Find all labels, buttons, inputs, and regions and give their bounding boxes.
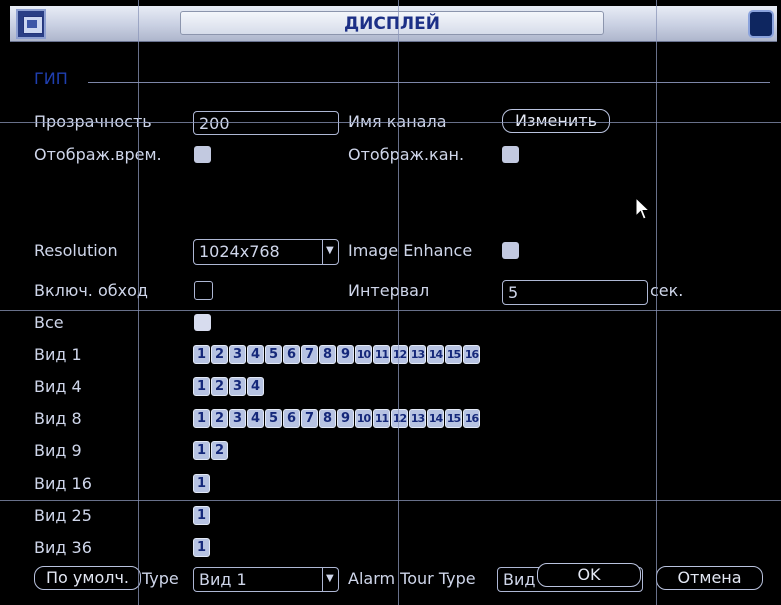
alarm-tour-type-label: Alarm Tour Type <box>348 569 476 588</box>
grid-line <box>0 310 781 311</box>
channel-button[interactable]: 3 <box>229 345 246 364</box>
grid-line <box>656 0 657 605</box>
channel-button[interactable]: 1 <box>193 441 210 460</box>
channel-button[interactable]: 4 <box>247 409 264 428</box>
channel-button-row: 1 <box>193 474 210 494</box>
chevron-down-icon[interactable] <box>322 568 338 591</box>
section-label: ГИП <box>34 69 68 88</box>
type-label: Type <box>142 569 179 588</box>
grid-line <box>0 500 781 501</box>
channel-button[interactable]: 10 <box>355 409 372 428</box>
channel-button[interactable]: 5 <box>265 409 282 428</box>
grid-line <box>0 122 781 123</box>
channel-button[interactable]: 11 <box>373 345 390 364</box>
grid-line <box>398 0 399 605</box>
cancel-button[interactable]: Отмена <box>656 566 763 590</box>
channel-button[interactable]: 4 <box>247 377 264 396</box>
channel-button-row: 12 <box>193 441 228 461</box>
channel-button-row: 1 2 3 4 5 6 7 8 9 10 11 12 13 14 15 16 <box>193 409 480 429</box>
channel-button-row: 1 2 3 4 5 6 7 8 9 10 11 12 13 14 15 16 <box>193 345 480 365</box>
close-icon[interactable] <box>748 10 774 38</box>
channel-button[interactable]: 14 <box>427 345 444 364</box>
channel-button[interactable]: 15 <box>445 409 462 428</box>
chevron-down-icon[interactable] <box>322 240 338 264</box>
channel-button[interactable]: 3 <box>229 409 246 428</box>
view-label: Все <box>34 313 64 332</box>
channel-button[interactable]: 14 <box>427 409 444 428</box>
channel-button[interactable]: 13 <box>409 345 426 364</box>
alarm-tour-type-value: Вид <box>503 570 536 589</box>
channel-button[interactable]: 7 <box>301 345 318 364</box>
type-select[interactable]: Вид 1 <box>193 567 339 592</box>
channel-button[interactable]: 1 <box>193 474 210 493</box>
channel-button[interactable]: 5 <box>265 345 282 364</box>
all-views-checkbox[interactable] <box>194 314 211 331</box>
tour-label: Включ. обход <box>34 281 148 300</box>
type-value: Вид 1 <box>199 570 247 589</box>
resolution-value: 1024x768 <box>199 242 280 261</box>
interval-input[interactable]: 5 <box>502 280 648 305</box>
view-label: Вид 8 <box>34 409 82 428</box>
channel-button[interactable]: 16 <box>463 409 480 428</box>
channel-button[interactable]: 2 <box>211 409 228 428</box>
resolution-label: Resolution <box>34 241 118 260</box>
interval-unit: сек. <box>650 281 684 300</box>
channel-button[interactable]: 2 <box>211 441 228 460</box>
view-label: Вид 36 <box>34 538 92 557</box>
show-channel-checkbox[interactable] <box>502 146 519 163</box>
channel-button[interactable]: 10 <box>355 345 372 364</box>
channel-button[interactable]: 6 <box>283 409 300 428</box>
channel-button[interactable]: 16 <box>463 345 480 364</box>
title-field: ДИСПЛЕЙ <box>180 11 604 35</box>
channel-button[interactable]: 1 <box>193 538 210 557</box>
channel-button[interactable]: 1 <box>193 377 210 396</box>
page-title: ДИСПЛЕЙ <box>343 14 441 34</box>
image-enhance-label: Image Enhance <box>348 241 473 260</box>
change-channel-name-button[interactable]: Изменить <box>502 109 610 133</box>
channel-button[interactable]: 7 <box>301 409 318 428</box>
tour-checkbox[interactable] <box>194 281 213 300</box>
grid-line <box>138 0 139 605</box>
image-enhance-checkbox[interactable] <box>502 242 519 259</box>
view-label: Вид 25 <box>34 506 92 525</box>
section-divider <box>88 82 770 83</box>
channel-button[interactable]: 6 <box>283 345 300 364</box>
channel-button[interactable]: 1 <box>193 409 210 428</box>
show-channel-label: Отображ.кан. <box>348 145 465 164</box>
monitor-icon <box>16 9 46 39</box>
channel-button[interactable]: 12 <box>391 409 408 428</box>
channel-button[interactable]: 3 <box>229 377 246 396</box>
channel-button[interactable]: 1 <box>193 345 210 364</box>
channel-button-row: 1 <box>193 506 210 526</box>
channel-button[interactable]: 9 <box>337 345 354 364</box>
view-label: Вид 4 <box>34 377 82 396</box>
channel-button[interactable]: 2 <box>211 377 228 396</box>
display-settings-window: ДИСПЛЕЙ ГИП Прозрачность 200 Имя канала … <box>0 0 781 605</box>
channel-button[interactable]: 11 <box>373 409 390 428</box>
channel-button[interactable]: 12 <box>391 345 408 364</box>
ok-button[interactable]: OK <box>537 563 641 587</box>
view-label: Вид 1 <box>34 345 82 364</box>
channel-button[interactable]: 15 <box>445 345 462 364</box>
channel-button-row: 1234 <box>193 377 264 397</box>
channel-button[interactable]: 1 <box>193 506 210 525</box>
resolution-select[interactable]: 1024x768 <box>193 239 339 265</box>
view-label: Вид 9 <box>34 441 82 460</box>
show-time-checkbox[interactable] <box>194 146 211 163</box>
channel-button[interactable]: 8 <box>319 345 336 364</box>
channel-button[interactable]: 13 <box>409 409 426 428</box>
channel-button[interactable]: 4 <box>247 345 264 364</box>
transparency-input[interactable]: 200 <box>193 111 339 135</box>
channel-button[interactable]: 2 <box>211 345 228 364</box>
view-label: Вид 16 <box>34 474 92 493</box>
interval-label: Интервал <box>348 281 430 300</box>
channel-button[interactable]: 8 <box>319 409 336 428</box>
channel-button-row: 1 <box>193 538 210 558</box>
title-bar: ДИСПЛЕЙ <box>10 6 777 42</box>
default-button[interactable]: По умолч. <box>34 566 141 590</box>
channel-button[interactable]: 9 <box>337 409 354 428</box>
show-time-label: Отображ.врем. <box>34 145 162 164</box>
